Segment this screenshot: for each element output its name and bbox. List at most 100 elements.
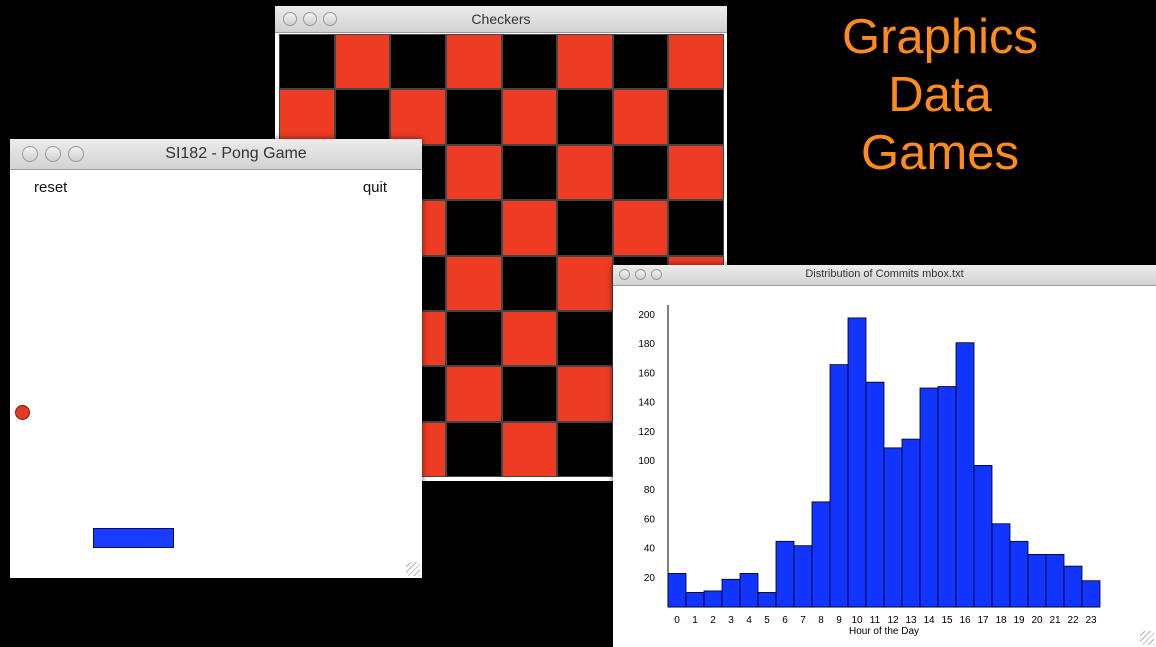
board-square[interactable] bbox=[557, 366, 613, 422]
board-square[interactable] bbox=[390, 34, 446, 90]
quit-button[interactable]: quit bbox=[363, 179, 387, 196]
board-square[interactable] bbox=[279, 89, 335, 145]
board-square[interactable] bbox=[445, 255, 502, 311]
pong-titlebar[interactable]: SI182 - Pong Game bbox=[10, 139, 422, 170]
board-square[interactable] bbox=[668, 144, 724, 201]
board-square[interactable] bbox=[501, 421, 558, 477]
board-square[interactable] bbox=[445, 421, 502, 477]
board-square[interactable] bbox=[668, 89, 724, 145]
board-square[interactable] bbox=[557, 310, 613, 367]
bar-chart: 204060801001201401601802000 1 2 3 4 5 6 7 8 9 10 11… bbox=[638, 305, 1101, 637]
y-tick-label: 100 bbox=[638, 456, 655, 467]
board-square[interactable] bbox=[445, 34, 502, 90]
board-square[interactable] bbox=[501, 200, 558, 256]
board-square[interactable] bbox=[501, 310, 558, 367]
board-square[interactable] bbox=[445, 144, 502, 201]
board-square[interactable] bbox=[612, 89, 669, 145]
bar bbox=[793, 545, 813, 608]
bar bbox=[739, 573, 759, 608]
close-button[interactable] bbox=[22, 146, 38, 162]
x-tick-label: 7 bbox=[800, 615, 806, 626]
board-square[interactable] bbox=[445, 310, 502, 367]
y-tick-label: 180 bbox=[638, 339, 655, 350]
x-tick-label: 9 bbox=[836, 615, 842, 626]
board-square[interactable] bbox=[501, 144, 558, 201]
chart-titlebar[interactable]: Distribution of Commits mbox.txt bbox=[613, 265, 1156, 286]
board-square[interactable] bbox=[557, 89, 613, 145]
x-tick-label: 6 bbox=[782, 615, 788, 626]
board-square[interactable] bbox=[557, 144, 613, 201]
board-square[interactable] bbox=[501, 255, 558, 311]
board-square[interactable] bbox=[445, 89, 502, 145]
board-square[interactable] bbox=[334, 89, 391, 145]
bar bbox=[757, 591, 777, 608]
x-tick-label: 18 bbox=[995, 615, 1007, 626]
bar bbox=[973, 464, 993, 608]
board-square[interactable] bbox=[334, 34, 391, 90]
board-square[interactable] bbox=[557, 200, 613, 256]
x-tick-label: 8 bbox=[818, 615, 824, 626]
y-tick-label: 120 bbox=[638, 427, 655, 438]
headline-line: Data bbox=[888, 68, 992, 122]
x-tick-label: 17 bbox=[977, 615, 989, 626]
pong-window: SI182 - Pong Game reset quit bbox=[10, 139, 422, 578]
board-square[interactable] bbox=[557, 34, 613, 90]
x-tick-label: 15 bbox=[941, 615, 953, 626]
resize-grip-icon[interactable] bbox=[406, 562, 420, 576]
window-title: SI182 - Pong Game bbox=[165, 145, 307, 162]
x-tick-label: 1 bbox=[692, 615, 698, 626]
bar bbox=[937, 386, 957, 608]
board-square[interactable] bbox=[445, 366, 502, 422]
bar bbox=[847, 317, 867, 608]
board-square[interactable] bbox=[501, 89, 558, 145]
x-tick-label: 0 bbox=[674, 615, 680, 626]
bar bbox=[955, 342, 975, 608]
board-square[interactable] bbox=[445, 200, 502, 256]
y-tick-label: 200 bbox=[638, 310, 655, 321]
board-square[interactable] bbox=[668, 34, 724, 90]
board-square[interactable] bbox=[390, 89, 446, 145]
bar bbox=[703, 590, 723, 608]
bar bbox=[865, 381, 885, 608]
x-tick-label: 21 bbox=[1049, 615, 1061, 626]
x-tick-label: 20 bbox=[1031, 615, 1043, 626]
x-tick-label: 13 bbox=[905, 615, 917, 626]
pong-paddle[interactable] bbox=[93, 528, 174, 548]
pong-ball bbox=[15, 405, 30, 420]
board-square[interactable] bbox=[557, 255, 613, 311]
bar bbox=[829, 364, 849, 608]
board-square[interactable] bbox=[557, 421, 613, 477]
bar bbox=[991, 523, 1011, 608]
x-tick-label: 23 bbox=[1085, 615, 1097, 626]
y-tick-label: 140 bbox=[638, 398, 655, 409]
board-square[interactable] bbox=[501, 366, 558, 422]
bar bbox=[685, 591, 705, 608]
x-tick-label: 14 bbox=[923, 615, 935, 626]
x-tick-label: 3 bbox=[728, 615, 734, 626]
board-square[interactable] bbox=[501, 34, 558, 90]
board-square[interactable] bbox=[612, 144, 669, 201]
bar bbox=[775, 540, 795, 608]
reset-button[interactable]: reset bbox=[34, 179, 67, 196]
y-tick-label: 40 bbox=[644, 544, 656, 555]
y-tick-label: 80 bbox=[644, 485, 656, 496]
bar bbox=[1081, 580, 1101, 608]
bar bbox=[901, 438, 921, 608]
board-square[interactable] bbox=[668, 200, 724, 256]
board-square[interactable] bbox=[612, 200, 669, 256]
window-title: Distribution of Commits mbox.txt bbox=[805, 268, 964, 280]
board-square[interactable] bbox=[279, 34, 335, 90]
resize-grip-icon[interactable] bbox=[1140, 631, 1154, 645]
board-square[interactable] bbox=[612, 34, 669, 90]
x-tick-label: 5 bbox=[764, 615, 770, 626]
y-tick-label: 20 bbox=[644, 573, 656, 584]
x-axis-label: Hour of the Day bbox=[849, 626, 919, 637]
headline-line: Games bbox=[861, 126, 1019, 180]
x-tick-label: 10 bbox=[851, 615, 863, 626]
headline: Graphics Data Games bbox=[800, 8, 1080, 182]
y-tick-label: 160 bbox=[638, 368, 655, 379]
bar bbox=[883, 447, 903, 608]
bar bbox=[721, 578, 741, 608]
checkers-titlebar[interactable]: Checkers bbox=[275, 6, 727, 33]
x-tick-label: 2 bbox=[710, 615, 716, 626]
